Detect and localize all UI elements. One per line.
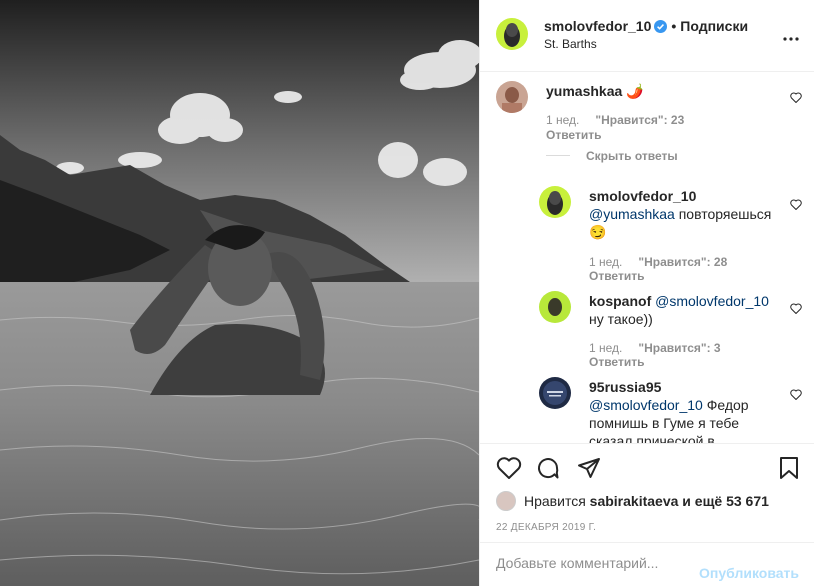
share-icon[interactable] xyxy=(577,456,601,483)
author-username[interactable]: smolovfedor_10 xyxy=(544,18,651,34)
publish-button[interactable]: Опубликовать xyxy=(699,565,799,581)
post-date[interactable]: 22 ДЕКАБРЯ 2019 Г. xyxy=(496,522,596,533)
comment-meta: 1 нед. "Нравится": 3 xyxy=(589,341,721,355)
comment-body-emoji: 😏 xyxy=(589,224,607,240)
comment-body: 🌶️ xyxy=(626,83,644,99)
comment-time[interactable]: 1 нед. xyxy=(589,341,622,355)
liker-username[interactable]: sabirakitaeva xyxy=(590,493,679,509)
hide-replies-line xyxy=(546,155,570,156)
comment-body: Федор xyxy=(702,397,749,413)
comment-avatar[interactable] xyxy=(539,186,571,218)
comment-body: повторяешься xyxy=(674,206,772,222)
likes-summary[interactable]: Нравится sabirakitaeva и ещё 53 671 xyxy=(496,491,769,511)
separator-dot: • xyxy=(671,18,677,34)
location-link[interactable]: St. Barths xyxy=(544,37,597,51)
reply-button[interactable]: Ответить xyxy=(589,355,644,369)
reply-button[interactable]: Ответить xyxy=(589,269,644,283)
comment-avatar[interactable] xyxy=(496,81,528,113)
author-line: smolovfedor_10 • Подписки xyxy=(544,18,748,36)
comment-text: smolovfedor_10 @yumashkaa повторяешься 😏 xyxy=(589,187,771,241)
bookmark-icon[interactable] xyxy=(779,456,799,483)
like-comment-heart-icon[interactable] xyxy=(790,90,802,106)
comment-text: yumashkaa 🌶️ xyxy=(546,82,644,100)
comment-body: помнишь в Гуме я тебе xyxy=(589,415,740,431)
author-avatar[interactable] xyxy=(496,18,528,50)
comment-input[interactable] xyxy=(496,555,696,571)
post-photo[interactable] xyxy=(0,0,479,586)
comment-mention[interactable]: @smolovfedor_10 xyxy=(589,397,703,413)
add-comment-bar: Опубликовать xyxy=(480,542,814,586)
comment-time[interactable]: 1 нед. xyxy=(589,255,622,269)
liker-avatar xyxy=(496,491,516,511)
comment-text: 95russia95 @smolovfedor_10 Федор помнишь… xyxy=(589,378,749,443)
like-comment-heart-icon[interactable] xyxy=(790,301,802,317)
comment-icon[interactable] xyxy=(536,456,560,483)
comment-body: ну такое)) xyxy=(589,311,653,327)
comment-avatar[interactable] xyxy=(539,291,571,323)
comment-body: сказал прической в xyxy=(589,433,715,443)
post-header: smolovfedor_10 • Подписки St. Barths xyxy=(480,0,814,72)
comments-list[interactable]: yumashkaa 🌶️ 1 нед. "Нравится": 23 Ответи… xyxy=(480,73,814,443)
comment-likes[interactable]: "Нравится": 28 xyxy=(638,255,727,269)
comment-time[interactable]: 1 нед. xyxy=(546,113,579,127)
verified-badge-icon xyxy=(654,20,668,36)
comment-likes[interactable]: "Нравится": 3 xyxy=(638,341,720,355)
hide-replies-button[interactable]: Скрыть ответы xyxy=(586,149,678,163)
comment-username[interactable]: kospanof xyxy=(589,293,651,309)
post-actions: Нравится sabirakitaeva и ещё 53 671 22 Д… xyxy=(480,443,814,553)
comment-meta: 1 нед. "Нравится": 23 xyxy=(546,113,684,127)
comment-mention[interactable]: @smolovfedor_10 xyxy=(655,293,769,309)
comment-username[interactable]: yumashkaa xyxy=(546,83,622,99)
comment-avatar[interactable] xyxy=(539,377,571,409)
more-icon[interactable] xyxy=(783,28,799,44)
comment-username[interactable]: 95russia95 xyxy=(589,379,661,395)
reply-button[interactable]: Ответить xyxy=(546,128,601,142)
comment-text: kospanof @smolovfedor_10 ну такое)) xyxy=(589,292,769,328)
comment-username[interactable]: smolovfedor_10 xyxy=(589,188,696,204)
following-button[interactable]: Подписки xyxy=(680,18,748,34)
comment-likes[interactable]: "Нравится": 23 xyxy=(595,113,684,127)
like-comment-heart-icon[interactable] xyxy=(790,197,802,213)
likes-count[interactable]: и ещё 53 671 xyxy=(678,493,769,509)
likes-prefix: Нравится xyxy=(524,493,590,509)
comment-mention[interactable]: @yumashkaa xyxy=(589,206,675,222)
post-panel: smolovfedor_10 • Подписки St. Barths yumas… xyxy=(479,0,814,586)
like-comment-heart-icon[interactable] xyxy=(790,387,802,403)
comment-meta: 1 нед. "Нравится": 28 xyxy=(589,255,727,269)
heart-icon[interactable] xyxy=(496,456,522,483)
photo-image xyxy=(0,0,479,586)
